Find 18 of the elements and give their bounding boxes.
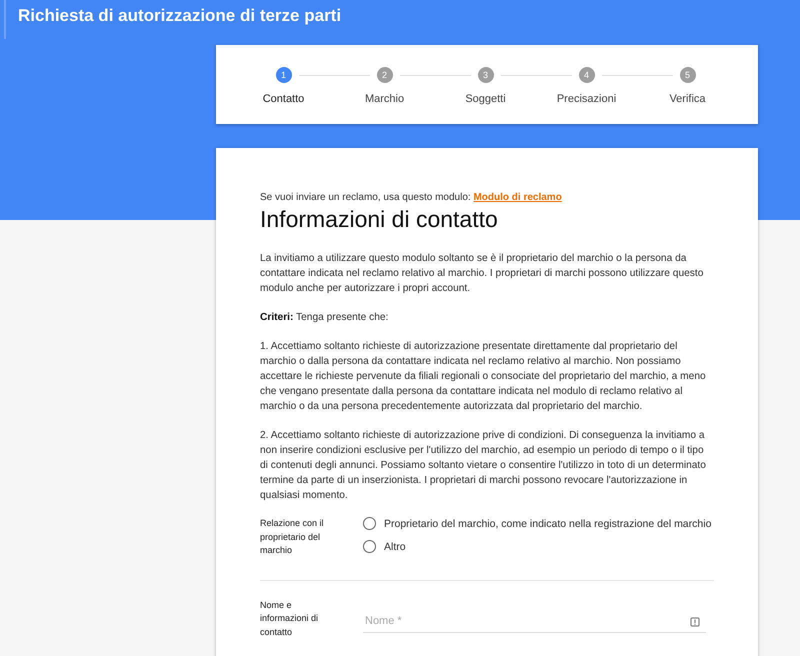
step-label[interactable]: Contatto — [262, 93, 304, 105]
radio-option[interactable]: Proprietario del marchio, come indicato nella registrazione del marchio — [363, 517, 712, 530]
field-label: Nome e informazioni di contatto — [260, 598, 320, 638]
step-label[interactable]: Verifica — [669, 93, 706, 105]
paragraph: La invitiamo a utilizzare questo modulo soltanto se è il proprietario del marchio o la persona da contattare indicata nel reclamo relativo al marchio. I proprietari di marchi possono utilizzare questo modulo anche per autorizzare i propri account. — [260, 252, 704, 296]
step-number[interactable]: 1 — [276, 67, 292, 83]
step-label[interactable]: Marchio — [364, 93, 404, 105]
complaint-note: Se vuoi inviare un reclamo, usa questo modulo: Modulo di reclamo — [260, 192, 563, 203]
paragraph: Criteri: Tenga presente che: — [260, 311, 390, 325]
step-label[interactable]: Soggetti — [465, 93, 506, 105]
field-label: Relazione con il proprietario del marchio — [260, 517, 325, 557]
alert-icon — [690, 616, 700, 626]
page-title: Richiesta di autorizzazione di terze parti — [4, 0, 342, 39]
step-label[interactable]: Precisazioni — [556, 93, 616, 105]
paragraph: 2. Accettiamo soltanto richieste di autorizzazione prive di condizioni. Di conseguenza la invitiamo a non inserire condizioni esclusive per l'utilizzo del marchio, ad esempio un periodo di tempo o il tipo di contenuti degli annunci. Possiamo soltanto vietare o consentire l'utilizzo in toto di un determinato termine da parte di un inserzionista. I proprietari di marchi possono revocare l'autorizzazione in qualsiasi momento. — [260, 429, 707, 503]
radio-option[interactable]: Altro — [363, 540, 712, 553]
section-heading: Informazioni di contatto — [260, 206, 499, 233]
paragraph: 1. Accettiamo soltanto richieste di autorizzazione presentate direttamente dal proprietario del marchio o dalla persona da contattare indicata nel reclamo relativo al marchio. Non possiamo accettare le richieste pervenute da filiali regionali o consociate del proprietario del marchio, a meno che vengano presentate dalla persona da contattare indicata nel modulo di reclamo relativo al marchio o da una persona precedentemente autorizzata dal proprietario del marchio. — [260, 340, 707, 414]
